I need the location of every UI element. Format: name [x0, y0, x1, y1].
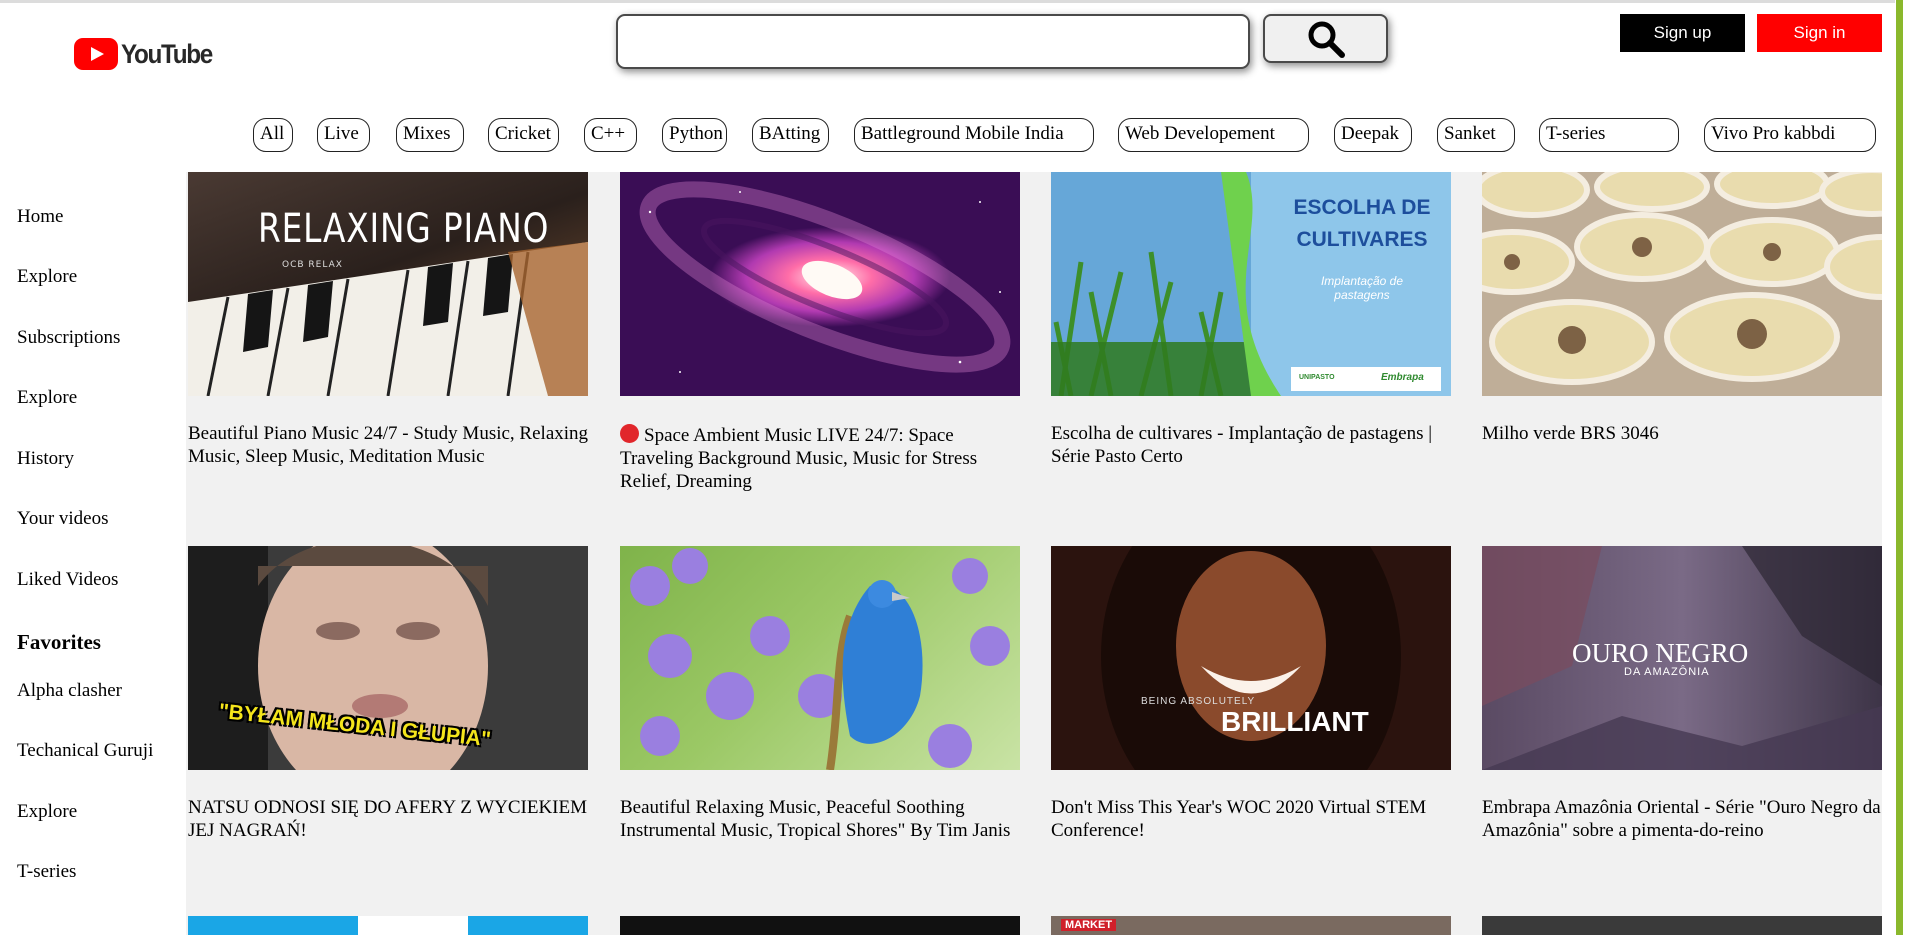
sidebar: Home Explore Subscriptions Explore Histo… — [0, 172, 186, 935]
sidebar-item-subscriptions[interactable]: Subscriptions — [17, 327, 120, 349]
video-thumbnail[interactable]: "BYŁAM MŁODA I GŁUPIA" — [188, 546, 588, 770]
sign-up-button[interactable]: Sign up — [1620, 14, 1745, 52]
thumbnail-logo-unipasto: UNIPASTO — [1299, 374, 1335, 381]
video-thumbnail[interactable]: OURO NEGRO DA AMAZÔNIA — [1482, 546, 1882, 770]
chip-all[interactable]: All — [253, 118, 293, 152]
video-thumbnail[interactable] — [1482, 172, 1882, 396]
chip-cpp[interactable]: C++ — [584, 118, 637, 152]
sidebar-fav-t-series[interactable]: T-series — [17, 861, 76, 883]
video-title-text: Space Ambient Music LIVE 24/7: Space Tra… — [620, 425, 978, 492]
chip-live[interactable]: Live — [317, 118, 370, 152]
sidebar-fav-explore[interactable]: Explore — [17, 801, 77, 823]
chip-deepak[interactable]: Deepak — [1334, 118, 1412, 152]
thumbnail-logo-embrapa: Embrapa — [1381, 372, 1424, 383]
video-thumbnail[interactable]: BEING ABSOLUTELY BRILLIANT — [1051, 546, 1451, 770]
browser-top-border — [0, 0, 1913, 3]
youtube-logo[interactable]: YouTube — [74, 38, 222, 70]
chip-cricket[interactable]: Cricket — [488, 118, 559, 152]
thumbnail-text: OURO NEGRO — [1572, 638, 1749, 668]
thumbnail-subtext: OCB RELAX — [282, 260, 343, 270]
chip-vivo-pro-kabbdi[interactable]: Vivo Pro kabbdi — [1704, 118, 1876, 152]
video-thumbnail[interactable] — [620, 916, 1020, 935]
video-title[interactable]: Milho verde BRS 3046 — [1482, 422, 1882, 445]
chip-batting[interactable]: BAtting — [752, 118, 829, 152]
play-logo-icon — [74, 38, 118, 70]
video-thumbnail[interactable]: ESCOLHA DE CULTIVARES Implantação de pas… — [1051, 172, 1451, 396]
video-thumbnail[interactable]: RELAXING PIANO OCB RELAX — [188, 172, 588, 396]
thumbnail-text: ESCOLHA DE CULTIVARES — [1293, 196, 1431, 251]
video-thumbnail[interactable]: MARKET — [1051, 916, 1451, 935]
video-title[interactable]: Space Ambient Music LIVE 24/7: Space Tra… — [620, 424, 1025, 493]
search-button[interactable] — [1263, 14, 1388, 63]
thumbnail-text: RELAXING PIANO — [258, 206, 550, 252]
chip-web-developement[interactable]: Web Developement — [1118, 118, 1309, 152]
video-title[interactable]: NATSU ODNOSI SIĘ DO AFERY Z WYCIEKIEM JE… — [188, 796, 593, 842]
chip-sanket[interactable]: Sanket — [1437, 118, 1515, 152]
sidebar-item-explore[interactable]: Explore — [17, 266, 77, 288]
thumbnail-text: MARKET — [1061, 919, 1117, 931]
logo-text: YouTube — [121, 38, 213, 69]
scrollbar-thumb[interactable] — [1896, 0, 1903, 935]
thumbnail-graphic — [358, 916, 468, 935]
video-title[interactable]: Beautiful Piano Music 24/7 - Study Music… — [188, 422, 593, 468]
chip-t-series[interactable]: T-series — [1539, 118, 1679, 152]
chip-battleground-mobile-india[interactable]: Battleground Mobile India — [854, 118, 1094, 152]
search-input[interactable] — [616, 14, 1250, 69]
sidebar-item-your-videos[interactable]: Your videos — [17, 508, 109, 530]
video-thumbnail[interactable] — [188, 916, 588, 935]
video-title[interactable]: Beautiful Relaxing Music, Peaceful Sooth… — [620, 796, 1025, 842]
sidebar-item-liked-videos[interactable]: Liked Videos — [17, 569, 118, 591]
chip-mixes[interactable]: Mixes — [396, 118, 464, 152]
video-thumbnail[interactable] — [1482, 916, 1882, 935]
chip-python[interactable]: Python — [662, 118, 727, 152]
video-grid: RELAXING PIANO OCB RELAX Beautiful Piano… — [186, 172, 1882, 935]
video-title[interactable]: Embrapa Amazônia Oriental - Série "Ouro … — [1482, 796, 1882, 842]
sidebar-item-home[interactable]: Home — [17, 206, 63, 228]
thumbnail-subtext: Implantação de pastagens — [1320, 274, 1404, 302]
live-indicator-icon — [620, 424, 639, 443]
favorites-heading: Favorites — [17, 630, 101, 654]
sidebar-item-explore-2[interactable]: Explore — [17, 387, 77, 409]
video-title[interactable]: Escolha de cultivares - Implantação de p… — [1051, 422, 1456, 468]
video-title[interactable]: Don't Miss This Year's WOC 2020 Virtual … — [1051, 796, 1456, 842]
video-thumbnail[interactable] — [620, 172, 1020, 396]
thumbnail-subtext: DA AMAZÔNIA — [1624, 666, 1710, 678]
sidebar-item-history[interactable]: History — [17, 448, 74, 470]
thumbnail-text: BRILLIANT — [1221, 706, 1369, 737]
sidebar-fav-alpha-clasher[interactable]: Alpha clasher — [17, 680, 122, 702]
search-icon — [1308, 21, 1345, 58]
sidebar-fav-techanical-guruji[interactable]: Techanical Guruji — [17, 740, 153, 762]
sign-in-button[interactable]: Sign in — [1757, 14, 1882, 52]
video-thumbnail[interactable] — [620, 546, 1020, 770]
